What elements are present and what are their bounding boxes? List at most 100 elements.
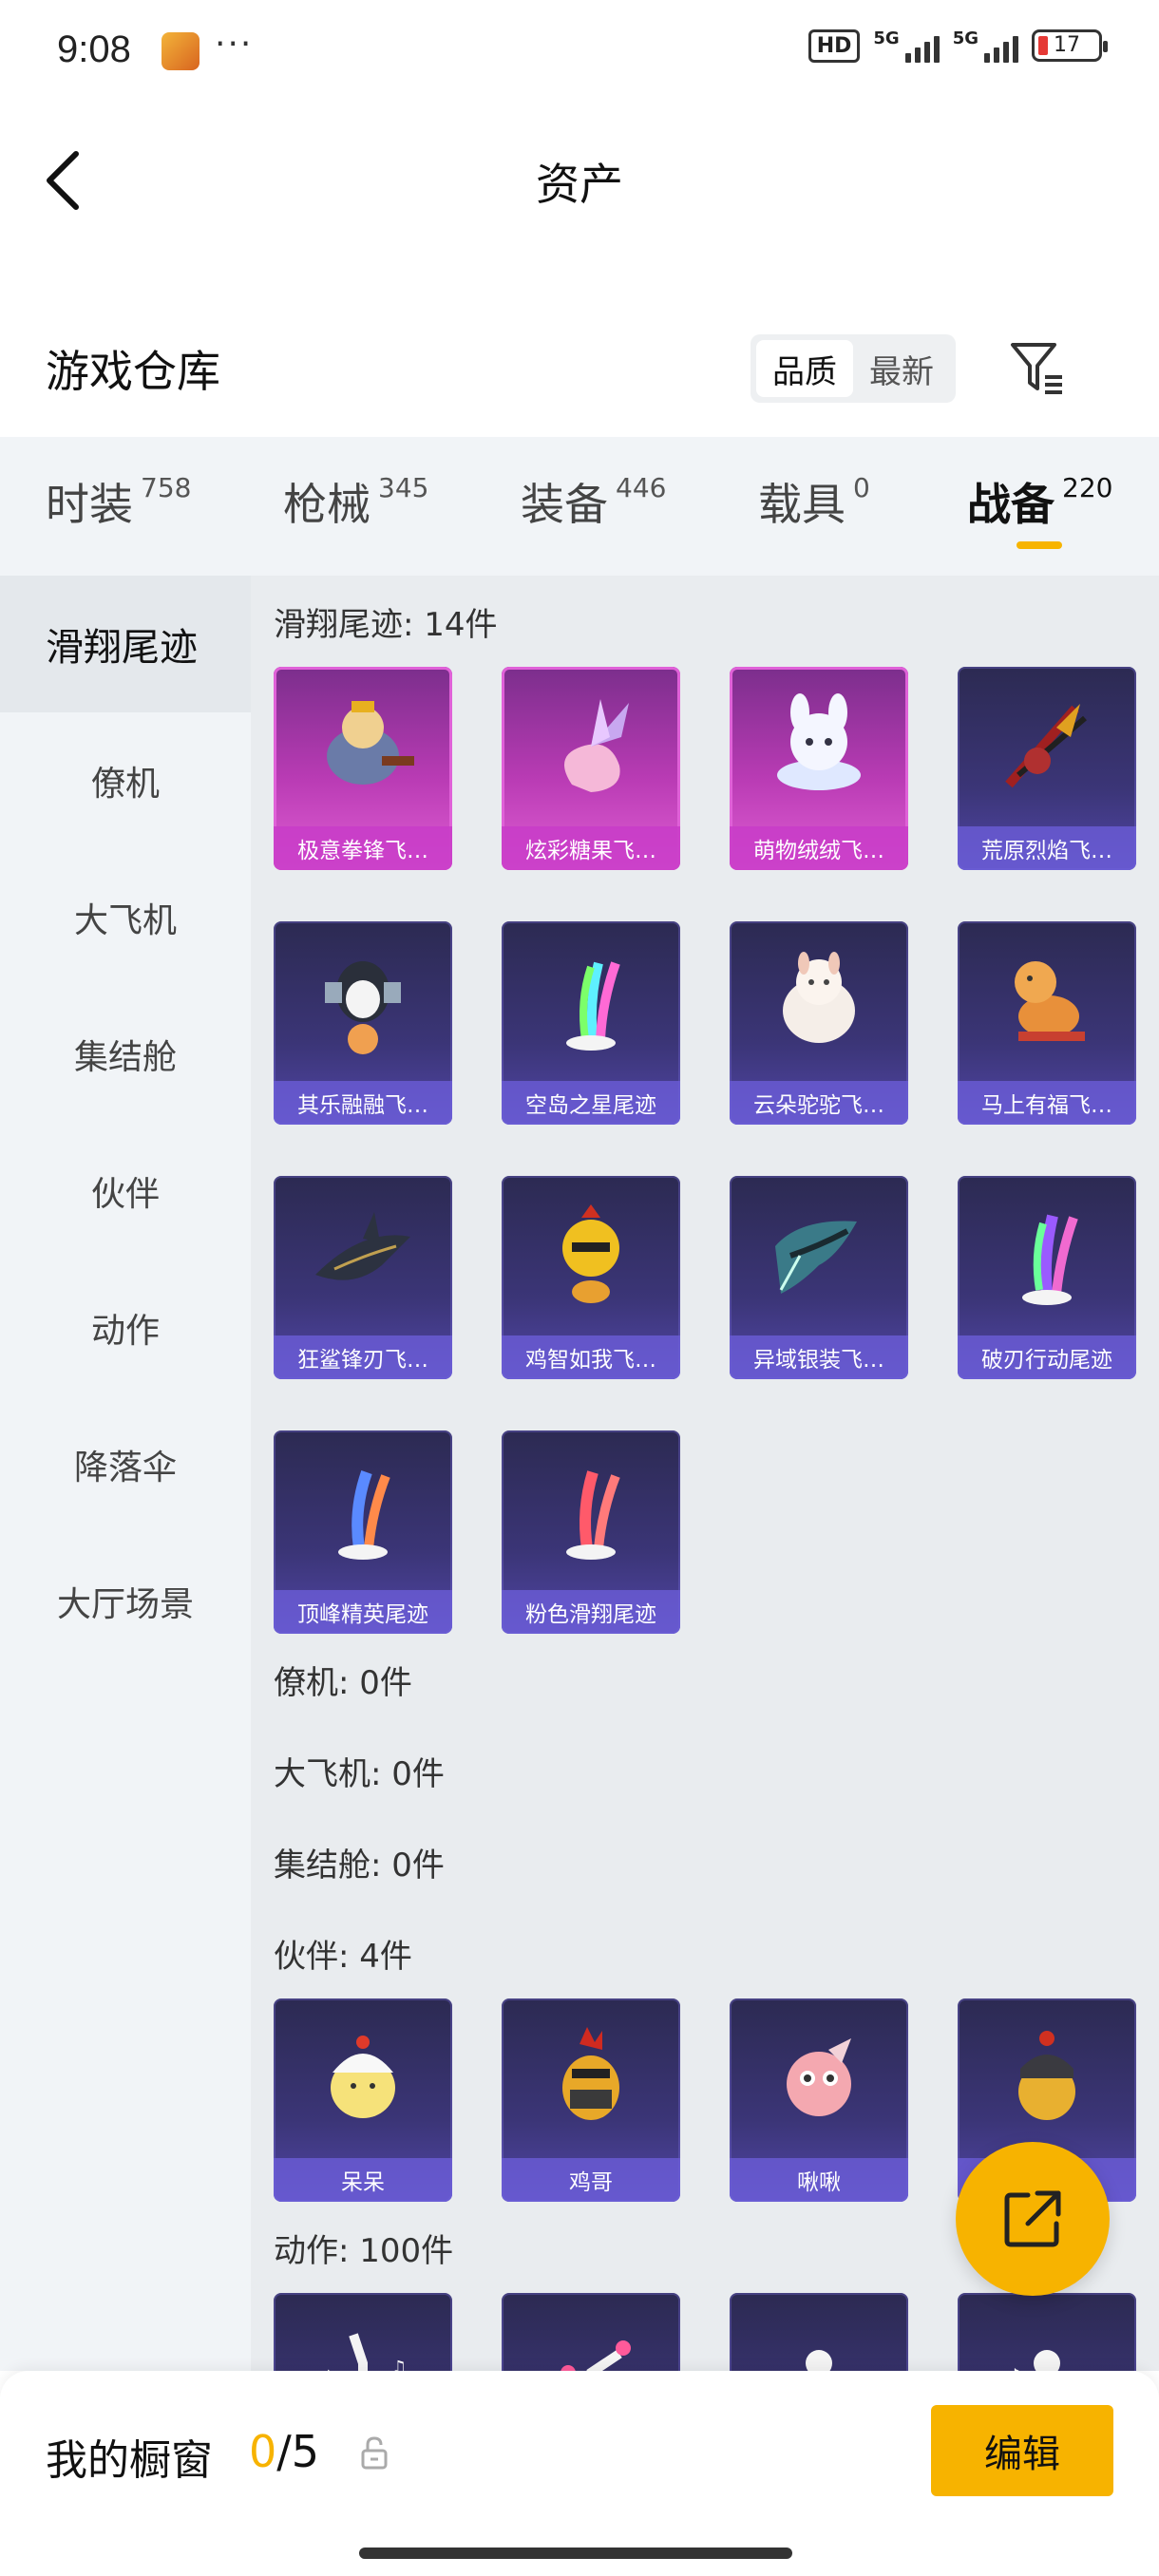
item-name: 顶峰精英尾迹 (274, 1590, 452, 1634)
tab-count: 0 (853, 472, 870, 503)
item-card[interactable]: 极意拳锋飞… (274, 667, 452, 870)
item-card[interactable]: 狂鲨锋刃飞… (274, 1176, 452, 1379)
section-title-plane: 大飞机: 0件 (274, 1755, 445, 1793)
item-image (502, 1176, 680, 1335)
item-card[interactable]: 萌物绒绒飞… (730, 667, 908, 870)
item-name: 破刃行动尾迹 (958, 1335, 1136, 1379)
item-image: ♪♫ (958, 2293, 1136, 2371)
item-card[interactable]: 破刃行动尾迹 (958, 1176, 1136, 1379)
section-title-pod: 集结舱: 0件 (274, 1847, 445, 1885)
item-image (274, 667, 452, 826)
category-tabs: 时装 758 枪械 345 装备 446 载具 0 战备 220 (0, 437, 1159, 576)
item-card[interactable]: 空岛之星尾迹 (502, 921, 680, 1125)
item-image (730, 2293, 908, 2371)
item-image (730, 921, 908, 1081)
item-name: 炫彩糖果飞… (502, 826, 680, 870)
showcase-label: 我的橱窗 (46, 2436, 213, 2485)
item-image (730, 1176, 908, 1335)
item-name: 鸡哥 (502, 2158, 680, 2202)
network-type-1: 5G (873, 28, 900, 48)
battery-icon: 17 (1032, 29, 1108, 62)
item-card[interactable]: ♪♫ (274, 2293, 452, 2371)
edit-button[interactable]: 编辑 (931, 2405, 1113, 2496)
sidebar-item-pod[interactable]: 集结舱 (0, 986, 251, 1123)
item-image (274, 1430, 452, 1590)
item-name: 萌物绒绒飞… (730, 826, 908, 870)
item-card[interactable] (502, 2293, 680, 2371)
item-image (730, 1998, 908, 2158)
sidebar-item-glide-trail[interactable]: 滑翔尾迹 (0, 576, 251, 712)
tab-guns[interactable]: 枪械 345 (283, 470, 428, 533)
item-card[interactable] (730, 2293, 908, 2371)
section-title-partner: 伙伴: 4件 (274, 1938, 412, 1976)
share-icon (1004, 2190, 1061, 2247)
item-card[interactable]: 异域银装飞… (730, 1176, 908, 1379)
item-image (274, 1176, 452, 1335)
item-name: 呆呆 (274, 2158, 452, 2202)
item-name: 马上有福飞… (958, 1081, 1136, 1125)
sidebar-item-wingman[interactable]: 僚机 (0, 712, 251, 849)
item-name: 其乐融融飞… (274, 1081, 452, 1125)
item-card[interactable]: 云朵驼驼飞… (730, 921, 908, 1125)
svg-text:♫: ♫ (391, 2358, 407, 2371)
sidebar-item-partner[interactable]: 伙伴 (0, 1123, 251, 1260)
item-card[interactable]: 马上有福飞… (958, 921, 1136, 1125)
tab-fashion[interactable]: 时装 758 (46, 470, 191, 533)
item-image: ♪♫ (274, 2293, 452, 2371)
sidebar: 滑翔尾迹 僚机 大飞机 集结舱 伙伴 动作 降落伞 大厅场景 (0, 576, 251, 2371)
item-image (274, 921, 452, 1081)
item-card[interactable]: 啾啾 (730, 1998, 908, 2202)
tab-label: 战备 (967, 479, 1054, 530)
signal-icon-2: 5G (953, 28, 1018, 63)
item-name: 空岛之星尾迹 (502, 1081, 680, 1125)
item-list: 滑翔尾迹: 14件 极意拳锋飞… 炫彩糖果飞… 萌物绒绒飞… 荒原烈焰飞… 其乐… (251, 576, 1159, 2371)
section-title-wingman: 僚机: 0件 (274, 1664, 412, 1702)
item-image (958, 921, 1136, 1081)
sidebar-item-parachute[interactable]: 降落伞 (0, 1396, 251, 1533)
item-card[interactable]: 鸡智如我飞… (502, 1176, 680, 1379)
tab-battle-prep[interactable]: 战备 220 (967, 470, 1112, 533)
tab-count: 345 (378, 472, 429, 503)
item-image (958, 1998, 1136, 2158)
item-card[interactable]: 粉色滑翔尾迹 (502, 1430, 680, 1634)
item-card[interactable]: 顶峰精英尾迹 (274, 1430, 452, 1634)
tab-count: 446 (616, 472, 667, 503)
sort-quality-button[interactable]: 品质 (756, 340, 853, 397)
item-card[interactable]: 荒原烈焰飞… (958, 667, 1136, 870)
tab-label: 装备 (521, 479, 608, 530)
item-card[interactable]: 炫彩糖果飞… (502, 667, 680, 870)
item-image (502, 1430, 680, 1590)
share-button[interactable] (956, 2142, 1110, 2296)
tab-count: 220 (1062, 472, 1113, 503)
item-image (274, 1998, 452, 2158)
active-tab-indicator (1016, 541, 1062, 549)
sort-toggle: 品质 最新 (750, 334, 956, 403)
section-title-emote: 动作: 100件 (274, 2232, 454, 2270)
item-card[interactable]: 呆呆 (274, 1998, 452, 2202)
item-name: 粉色滑翔尾迹 (502, 1590, 680, 1634)
item-card[interactable]: ♪♫ (958, 2293, 1136, 2371)
item-card[interactable]: 其乐融融飞… (274, 921, 452, 1125)
item-image (502, 1998, 680, 2158)
section-title-trail: 滑翔尾迹: 14件 (274, 606, 498, 644)
item-card[interactable]: 鸡哥 (502, 1998, 680, 2202)
page-title: 资产 (536, 159, 623, 210)
tab-label: 时装 (46, 479, 133, 530)
sort-newest-button[interactable]: 最新 (853, 340, 950, 397)
item-image (502, 921, 680, 1081)
sidebar-item-emote[interactable]: 动作 (0, 1260, 251, 1396)
sidebar-item-plane[interactable]: 大飞机 (0, 849, 251, 986)
sidebar-item-lobby-scene[interactable]: 大厅场景 (0, 1533, 251, 1670)
home-indicator[interactable] (359, 2548, 792, 2559)
svg-text:♪: ♪ (1009, 2364, 1021, 2371)
battery-level: 17 (1054, 33, 1080, 57)
showcase-current: 0 (249, 2426, 277, 2477)
network-type-2: 5G (952, 28, 978, 48)
filter-button[interactable] (1007, 337, 1068, 398)
showcase-count: 0/5 (249, 2426, 319, 2477)
header: 资产 (0, 104, 1159, 247)
tab-equipment[interactable]: 装备 446 (521, 470, 666, 533)
item-name: 极意拳锋飞… (274, 826, 452, 870)
item-name: 云朵驼驼飞… (730, 1081, 908, 1125)
tab-vehicles[interactable]: 载具 0 (758, 470, 870, 533)
